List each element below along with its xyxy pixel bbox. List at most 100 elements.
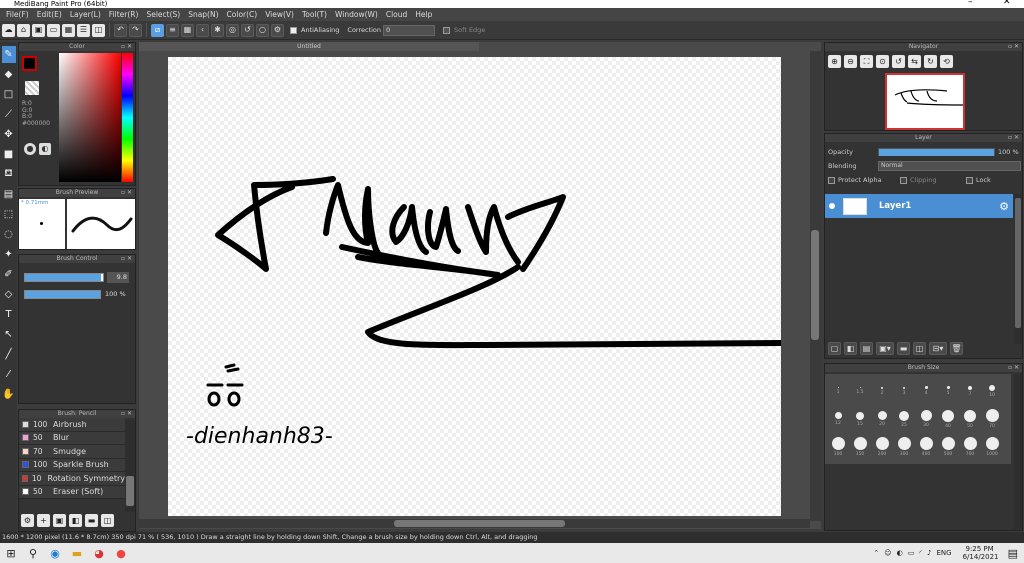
menu-select[interactable]: Select(S) bbox=[142, 10, 184, 19]
menu-view[interactable]: View(V) bbox=[261, 10, 298, 19]
brush-item-rotation-symmetry[interactable]: 10 Rotation Symmetry bbox=[19, 472, 125, 486]
soft-edge-checkbox[interactable] bbox=[443, 26, 451, 34]
layer-opacity-slider[interactable] bbox=[878, 148, 995, 156]
new-color-layer-icon[interactable]: ◧ bbox=[844, 342, 857, 355]
medibang-app-icon[interactable]: ● bbox=[110, 543, 132, 563]
merge-layer-icon[interactable]: ⊟▾ bbox=[929, 342, 947, 355]
volume-icon[interactable]: ♪ bbox=[927, 549, 931, 557]
brush-size-preset[interactable]: 5 bbox=[939, 378, 957, 404]
new-halftone-layer-icon[interactable]: ▤ bbox=[860, 342, 873, 355]
brush-size-preset[interactable]: 25 bbox=[895, 406, 913, 432]
menu-filter[interactable]: Filter(R) bbox=[105, 10, 143, 19]
brush-size-preset[interactable]: 20 bbox=[873, 406, 891, 432]
brush-size-scrollbar[interactable] bbox=[1014, 374, 1022, 529]
layer-visibility-icon[interactable] bbox=[829, 203, 835, 209]
actual-size-icon[interactable]: ⊙ bbox=[876, 55, 889, 68]
chrome-browser-icon[interactable]: ◕ bbox=[88, 543, 110, 563]
lasso-tool-icon[interactable]: ◌ bbox=[2, 226, 16, 243]
bucket-tool-icon[interactable]: ⛾ bbox=[2, 166, 16, 183]
chevron-up-icon[interactable]: ⌃ bbox=[873, 549, 879, 557]
brush-size-preset[interactable]: 500 bbox=[939, 434, 957, 460]
panel-menu-icon[interactable]: ▫ ✕ bbox=[1008, 134, 1019, 142]
windows-start-icon[interactable]: ⊞ bbox=[0, 543, 22, 563]
delete-layer-icon[interactable]: 🗑 bbox=[950, 342, 963, 355]
snap-grid-icon[interactable]: ▦ bbox=[181, 23, 194, 37]
transparent-color-swatch[interactable] bbox=[25, 81, 39, 95]
magic-wand-icon[interactable]: ✦ bbox=[2, 246, 16, 263]
search-icon[interactable]: ⚲ bbox=[22, 543, 44, 563]
brush-size-preset[interactable]: 10 bbox=[983, 378, 1001, 404]
foreground-color-swatch[interactable] bbox=[22, 56, 37, 71]
divide-tool-icon[interactable]: ╱ bbox=[2, 346, 16, 363]
brush-size-value[interactable]: 9.8 bbox=[107, 272, 129, 283]
snap-off-icon[interactable]: ⧄ bbox=[151, 23, 164, 37]
rotate-left-icon[interactable]: ↺ bbox=[892, 55, 905, 68]
color-settings-icon[interactable]: ◐ bbox=[39, 143, 51, 155]
brush-size-preset[interactable]: 300 bbox=[895, 434, 913, 460]
redo-icon[interactable]: ↷ bbox=[129, 23, 142, 37]
menu-cloud[interactable]: Cloud bbox=[382, 10, 411, 19]
hue-slider[interactable] bbox=[122, 53, 133, 182]
flip-icon[interactable]: ⇆ bbox=[908, 55, 921, 68]
notifications-icon[interactable]: ▤ bbox=[1008, 547, 1018, 560]
panel-menu-icon[interactable]: ▫ ✕ bbox=[121, 189, 132, 197]
saturation-value-picker[interactable] bbox=[59, 53, 121, 182]
cloud-icon[interactable]: ☁ bbox=[2, 23, 15, 37]
palette-icon[interactable]: ● bbox=[24, 143, 36, 155]
antialiasing-checkbox[interactable] bbox=[290, 26, 297, 34]
move-tool-icon[interactable]: ✥ bbox=[2, 126, 16, 143]
text-tool-icon[interactable]: T bbox=[2, 306, 16, 323]
operation-tool-icon[interactable]: ↖ bbox=[2, 326, 16, 343]
panel-menu-icon[interactable]: ▫ ✕ bbox=[121, 43, 132, 51]
panel-menu-icon[interactable]: ▫ ✕ bbox=[1008, 364, 1019, 372]
add-brush-icon[interactable]: ▣ bbox=[53, 514, 66, 527]
gradient-tool-icon[interactable]: ▤ bbox=[2, 186, 16, 203]
list-icon[interactable]: ☰ bbox=[77, 23, 90, 37]
brush-size-preset[interactable]: 40 bbox=[939, 406, 957, 432]
brush-size-preset[interactable]: 1 bbox=[829, 378, 847, 404]
minimize-button[interactable]: – bbox=[968, 0, 973, 7]
brush-size-preset[interactable]: 2 bbox=[873, 378, 891, 404]
file-explorer-icon[interactable]: ▬ bbox=[66, 543, 88, 563]
brush-size-preset[interactable]: 15 bbox=[851, 406, 869, 432]
fit-icon[interactable]: ⛶ bbox=[860, 55, 873, 68]
copy-brush-icon[interactable]: ◧ bbox=[69, 514, 82, 527]
line-tool-icon[interactable]: ⟋ bbox=[2, 106, 16, 123]
navigator-thumbnail[interactable] bbox=[885, 73, 965, 130]
dot-tool-icon[interactable]: □ bbox=[2, 86, 16, 103]
layout-icon[interactable]: ◫ bbox=[92, 23, 105, 37]
panel-menu-icon[interactable]: ▫ ✕ bbox=[121, 410, 132, 418]
rotate-right-icon[interactable]: ↻ bbox=[924, 55, 937, 68]
brush-size-preset[interactable]: 100 bbox=[829, 434, 847, 460]
correction-select[interactable]: 0 bbox=[383, 24, 436, 36]
brush-size-preset[interactable]: 400 bbox=[917, 434, 935, 460]
brush-size-preset[interactable]: 4 bbox=[917, 378, 935, 404]
snap-parallel-icon[interactable]: ≡ bbox=[166, 23, 179, 37]
people-icon[interactable]: ☺ bbox=[884, 549, 891, 557]
language-indicator[interactable]: ENG bbox=[937, 549, 952, 557]
brush-size-slider[interactable] bbox=[24, 273, 104, 282]
brush-size-preset[interactable]: 700 bbox=[961, 434, 979, 460]
new-layer-icon[interactable]: ▢ bbox=[828, 342, 841, 355]
brush-item-sparkle[interactable]: 100 Sparkle Brush bbox=[19, 458, 125, 472]
chat-icon[interactable]: ▭ bbox=[47, 23, 60, 37]
clock[interactable]: 9:25 PM 6/14/2021 bbox=[963, 545, 999, 561]
menu-color[interactable]: Color(C) bbox=[223, 10, 262, 19]
edge-browser-icon[interactable]: ◉ bbox=[44, 543, 66, 563]
brush-opacity-slider[interactable] bbox=[24, 290, 101, 299]
vertical-scroll-thumb[interactable] bbox=[811, 230, 819, 340]
snap-settings-icon[interactable]: ⚙ bbox=[271, 23, 284, 37]
brush-size-preset[interactable]: 1000 bbox=[983, 434, 1001, 460]
select-pen-icon[interactable]: ✐ bbox=[2, 266, 16, 283]
brush-list-scrollbar[interactable] bbox=[125, 420, 135, 512]
blending-select[interactable]: Normal bbox=[878, 161, 1021, 171]
duplicate-layer-icon[interactable]: ◫ bbox=[913, 342, 926, 355]
select-tool-icon[interactable]: ⬚ bbox=[2, 206, 16, 223]
menu-snap[interactable]: Snap(N) bbox=[184, 10, 222, 19]
reset-rotation-icon[interactable]: ⟲ bbox=[940, 55, 953, 68]
clipping-checkbox[interactable] bbox=[900, 176, 907, 184]
brush-size-preset[interactable]: 12 bbox=[829, 406, 847, 432]
network-icon[interactable]: ◐ bbox=[897, 549, 903, 557]
horizontal-scroll-thumb[interactable] bbox=[394, 520, 565, 527]
select-eraser-icon[interactable]: ◇ bbox=[2, 286, 16, 303]
